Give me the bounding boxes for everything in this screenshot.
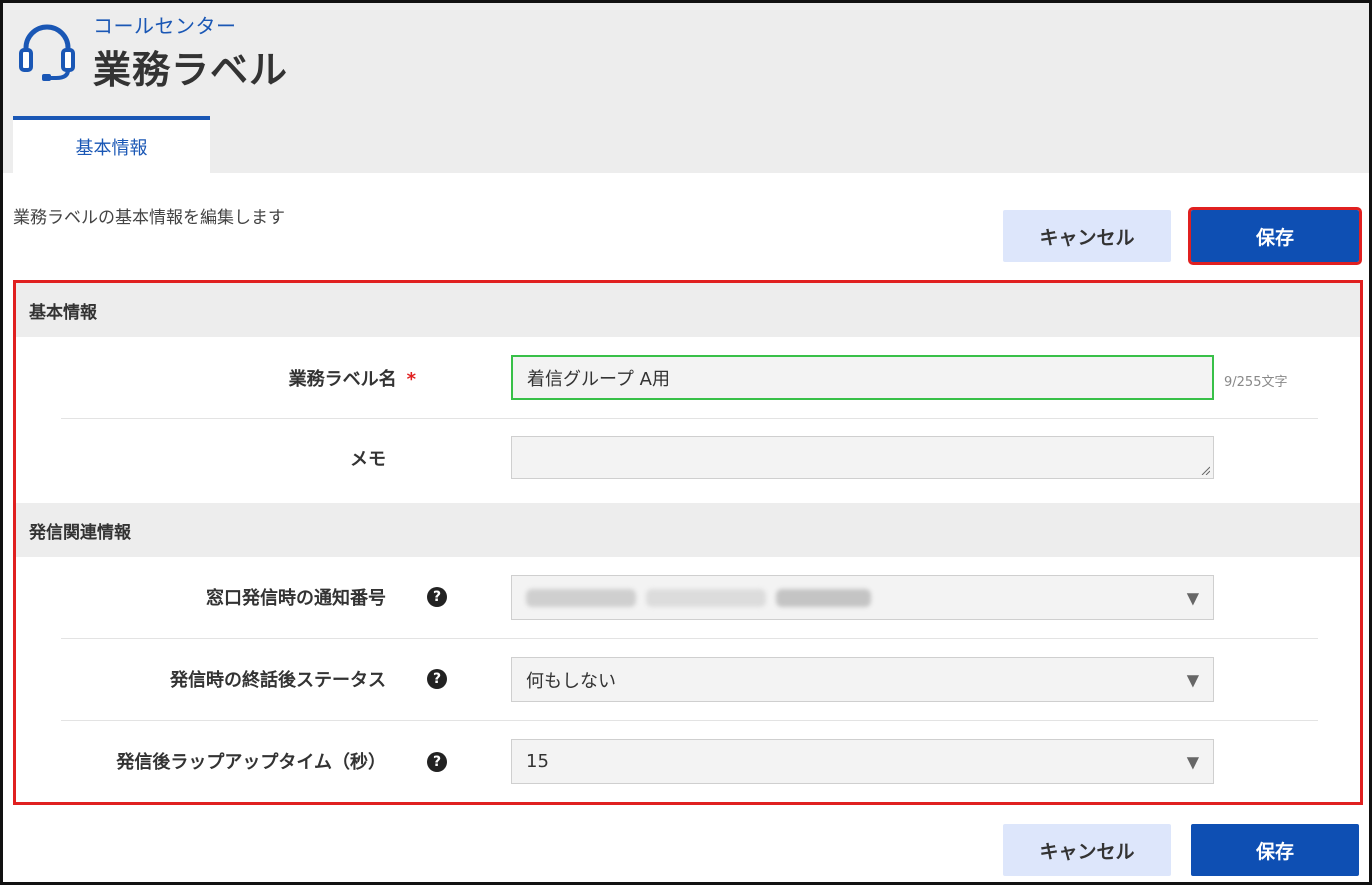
page-subtitle: コールセンター bbox=[93, 14, 237, 38]
row-divider bbox=[61, 720, 1318, 721]
resize-grip-icon[interactable] bbox=[1200, 465, 1210, 475]
label-name-label: 業務ラベル名 * bbox=[288, 369, 416, 390]
cancel-button-label: キャンセル bbox=[1039, 226, 1135, 249]
section-basic-info: 基本情報 bbox=[16, 283, 1360, 337]
row-divider bbox=[61, 418, 1318, 419]
label-name-input[interactable]: 着信グループ A用 bbox=[511, 355, 1214, 400]
after-call-status-select[interactable]: 何もしない ▼ bbox=[511, 657, 1214, 702]
app-window: コールセンター 業務ラベル 基本情報 業務ラベルの基本情報を編集します キャンセ… bbox=[0, 0, 1372, 885]
dropdown-arrow-icon: ▼ bbox=[1186, 670, 1199, 689]
notify-number-label: 窓口発信時の通知番号 bbox=[206, 588, 386, 609]
wrapup-time-value: 15 bbox=[526, 751, 549, 772]
section-outbound-info: 発信関連情報 bbox=[16, 503, 1360, 557]
notify-number-value-masked bbox=[526, 588, 871, 607]
save-button-label: 保存 bbox=[1255, 840, 1294, 863]
after-call-status-label: 発信時の終話後ステータス bbox=[170, 670, 386, 691]
headset-icon bbox=[19, 24, 75, 81]
memo-label: メモ bbox=[350, 449, 386, 470]
after-call-status-value: 何もしない bbox=[526, 670, 616, 692]
cancel-button-bottom[interactable]: キャンセル bbox=[1003, 824, 1171, 876]
notify-number-select[interactable]: ▼ bbox=[511, 575, 1214, 620]
section-title: 基本情報 bbox=[29, 302, 97, 323]
help-icon[interactable]: ? bbox=[427, 669, 447, 689]
help-icon[interactable]: ? bbox=[427, 752, 447, 772]
dropdown-arrow-icon: ▼ bbox=[1186, 588, 1199, 607]
char-count: 9/255文字 bbox=[1224, 375, 1288, 390]
cancel-button-top[interactable]: キャンセル bbox=[1003, 210, 1171, 262]
help-icon[interactable]: ? bbox=[427, 587, 447, 607]
edit-form-panel: 基本情報 業務ラベル名 * 着信グループ A用 9/255文字 メモ 発信関連情報… bbox=[13, 280, 1363, 805]
row-divider bbox=[61, 638, 1318, 639]
label-name-value: 着信グループ A用 bbox=[527, 368, 670, 390]
save-button-bottom[interactable]: 保存 bbox=[1191, 824, 1359, 876]
page-header: コールセンター 業務ラベル 基本情報 bbox=[3, 3, 1369, 173]
dropdown-arrow-icon: ▼ bbox=[1186, 752, 1199, 771]
tab-basic-info[interactable]: 基本情報 bbox=[13, 116, 210, 173]
memo-textarea[interactable] bbox=[511, 436, 1214, 479]
required-mark: * bbox=[406, 369, 416, 390]
page-title: 業務ラベル bbox=[93, 48, 289, 92]
save-button-label: 保存 bbox=[1255, 226, 1294, 249]
section-title: 発信関連情報 bbox=[29, 522, 131, 543]
cancel-button-label: キャンセル bbox=[1039, 840, 1135, 863]
page-description: 業務ラベルの基本情報を編集します bbox=[13, 208, 285, 228]
save-button-top[interactable]: 保存 bbox=[1188, 207, 1362, 265]
wrapup-time-label: 発信後ラップアップタイム（秒） bbox=[116, 752, 386, 773]
wrapup-time-select[interactable]: 15 ▼ bbox=[511, 739, 1214, 784]
tab-label: 基本情報 bbox=[75, 137, 148, 159]
